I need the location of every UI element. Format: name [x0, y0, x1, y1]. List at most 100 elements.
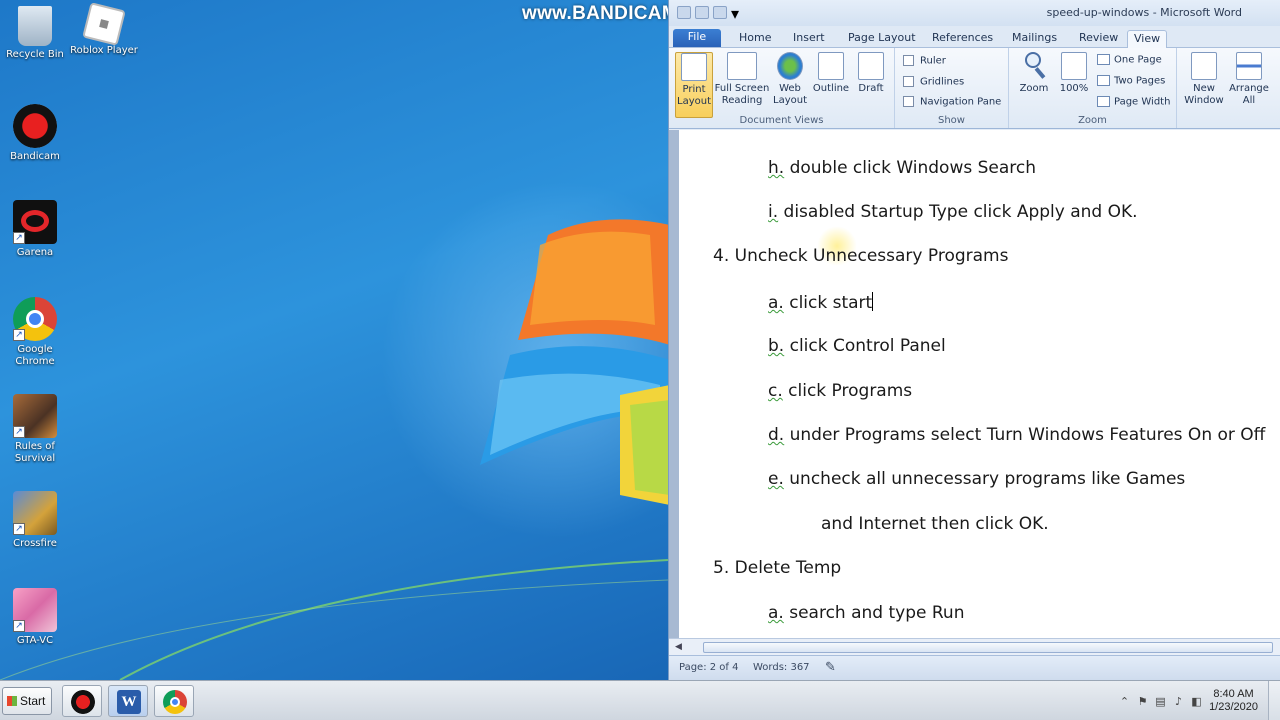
- document-page[interactable]: h. double click Windows Search i. disabl…: [679, 130, 1280, 638]
- word-count[interactable]: Words: 367: [753, 662, 810, 673]
- action-center-icon[interactable]: ⚑: [1136, 695, 1149, 708]
- word-title-bar: ▾ speed-up-windows - Microsoft Word: [669, 0, 1280, 26]
- ruler-checkbox[interactable]: Ruler: [903, 55, 946, 69]
- garena-icon: ↗: [13, 200, 57, 244]
- undo-icon[interactable]: [695, 6, 709, 19]
- roblox-icon: [82, 2, 126, 46]
- show-hidden-icons[interactable]: ⌃: [1118, 695, 1131, 708]
- page-width-button[interactable]: Page Width: [1097, 96, 1170, 110]
- windows-logo-icon: [7, 696, 17, 706]
- show-desktop-button[interactable]: [1268, 681, 1280, 720]
- doc-heading[interactable]: 5. Delete Temp: [713, 558, 841, 578]
- tab-references[interactable]: References: [926, 30, 999, 48]
- doc-line[interactable]: d. under Programs select Turn Windows Fe…: [768, 425, 1265, 445]
- word-window: ▾ speed-up-windows - Microsoft Word File…: [668, 0, 1280, 680]
- bandicam-icon: [13, 104, 57, 148]
- taskbar: Start W ⌃ ⚑ ▤ ♪ ◧ 8:40 AM 1/23/2020: [0, 680, 1280, 720]
- doc-line[interactable]: i. disabled Startup Type click Apply and…: [768, 202, 1138, 222]
- navigation-pane-checkbox[interactable]: Navigation Pane: [903, 96, 1001, 110]
- tab-file[interactable]: File: [673, 29, 721, 47]
- scrollbar-thumb[interactable]: [703, 642, 1273, 653]
- outline-button[interactable]: Outline: [810, 52, 852, 95]
- print-layout-icon: [681, 53, 707, 81]
- wallpaper-swoosh: [0, 559, 668, 680]
- outline-icon: [818, 52, 844, 80]
- doc-line[interactable]: e. uncheck all unnecessary programs like…: [768, 469, 1185, 489]
- group-document-views: Print Layout Full Screen Reading Web Lay…: [669, 48, 895, 128]
- tab-view[interactable]: View: [1127, 30, 1168, 48]
- arrange-all-button[interactable]: Arrange All: [1228, 52, 1270, 107]
- new-window-icon: [1191, 52, 1217, 80]
- windows-logo-wallpaper: [480, 219, 668, 505]
- bandicam-icon: [71, 690, 95, 714]
- crossfire-icon: ↗: [13, 491, 57, 535]
- tab-review[interactable]: Review: [1073, 30, 1124, 48]
- ribbon: Print Layout Full Screen Reading Web Lay…: [669, 48, 1280, 129]
- tab-insert[interactable]: Insert: [787, 30, 831, 48]
- one-page-button[interactable]: One Page: [1097, 54, 1162, 68]
- tab-mailings[interactable]: Mailings: [1006, 30, 1063, 48]
- group-zoom: Zoom 100% One Page Two Pages Page Width …: [1009, 48, 1177, 128]
- group-label-document-views: Document Views: [739, 115, 824, 126]
- language-icon[interactable]: ◧: [1190, 695, 1203, 708]
- tab-page-layout[interactable]: Page Layout: [842, 30, 922, 48]
- group-show: Ruler Gridlines Navigation Pane Show: [895, 48, 1009, 128]
- one-page-icon: [1097, 54, 1110, 65]
- chrome-icon: [163, 690, 187, 714]
- zoom-100-button[interactable]: 100%: [1053, 52, 1095, 95]
- magnifier-icon: [1021, 52, 1047, 80]
- page-count[interactable]: Page: 2 of 4: [679, 662, 738, 673]
- redo-icon[interactable]: [713, 6, 727, 19]
- volume-icon[interactable]: ♪: [1172, 695, 1185, 708]
- web-layout-button[interactable]: Web Layout: [769, 52, 811, 107]
- group-window: New Window Arrange All: [1177, 48, 1280, 128]
- recycle-bin-icon: [18, 6, 52, 46]
- desktop-icon-crossfire[interactable]: ↗ Crossfire: [0, 491, 70, 550]
- web-layout-icon: [777, 52, 803, 80]
- desktop-icon-bandicam[interactable]: Bandicam: [0, 104, 70, 163]
- doc-line[interactable]: h. double click Windows Search: [768, 158, 1036, 178]
- desktop-icon-rules-of-survival[interactable]: ↗ Rules of Survival: [0, 394, 70, 465]
- draft-icon: [858, 52, 884, 80]
- chrome-icon: ↗: [13, 297, 57, 341]
- scroll-left-icon[interactable]: ◀: [675, 642, 682, 652]
- two-pages-icon: [1097, 75, 1110, 86]
- gridlines-checkbox[interactable]: Gridlines: [903, 76, 964, 90]
- doc-heading[interactable]: 4. Uncheck Unnecessary Programs: [713, 246, 1008, 266]
- horizontal-scrollbar[interactable]: ◀: [669, 638, 1280, 655]
- taskbar-chrome[interactable]: [154, 685, 194, 717]
- network-icon[interactable]: ▤: [1154, 695, 1167, 708]
- desktop-icon-recycle-bin[interactable]: Recycle Bin: [0, 6, 70, 61]
- full-screen-reading-button[interactable]: Full Screen Reading: [714, 52, 770, 107]
- desktop-icon-roblox[interactable]: Roblox Player: [69, 2, 139, 57]
- gta-icon: ↗: [13, 588, 57, 632]
- document-area[interactable]: h. double click Windows Search i. disabl…: [669, 130, 1280, 638]
- proofing-icon[interactable]: ✎: [825, 660, 836, 675]
- tab-home[interactable]: Home: [733, 30, 777, 48]
- desktop-icon-garena[interactable]: ↗ Garena: [0, 200, 70, 259]
- group-label-show: Show: [938, 115, 965, 126]
- doc-line[interactable]: b. click Control Panel: [768, 336, 946, 356]
- game-icon: ↗: [13, 394, 57, 438]
- bandicam-watermark: www.BANDICAM.com: [522, 3, 668, 24]
- draft-button[interactable]: Draft: [850, 52, 892, 95]
- new-window-button[interactable]: New Window: [1183, 52, 1225, 107]
- doc-line[interactable]: a. click start: [768, 292, 874, 313]
- arrange-all-icon: [1236, 52, 1262, 80]
- doc-line[interactable]: and Internet then click OK.: [821, 514, 1049, 534]
- zoom-button[interactable]: Zoom: [1013, 52, 1055, 95]
- taskbar-bandicam[interactable]: [62, 685, 102, 717]
- doc-line[interactable]: c. click Programs: [768, 381, 912, 401]
- save-icon[interactable]: [677, 6, 691, 19]
- start-button[interactable]: Start: [2, 687, 52, 715]
- taskbar-word[interactable]: W: [108, 685, 148, 717]
- status-bar: Page: 2 of 4 Words: 367 ✎: [669, 655, 1280, 680]
- clock[interactable]: 8:40 AM 1/23/2020: [1209, 688, 1258, 714]
- two-pages-button[interactable]: Two Pages: [1097, 75, 1165, 89]
- doc-line[interactable]: a. search and type Run: [768, 603, 964, 623]
- ribbon-tabs: File Home Insert Page Layout References …: [669, 26, 1280, 48]
- print-layout-button[interactable]: Print Layout: [675, 52, 713, 118]
- desktop-icon-gta-vc[interactable]: ↗ GTA-VC: [0, 588, 70, 647]
- desktop-icon-chrome[interactable]: ↗ Google Chrome: [0, 297, 70, 368]
- customize-qat-icon[interactable]: ▾: [731, 4, 739, 23]
